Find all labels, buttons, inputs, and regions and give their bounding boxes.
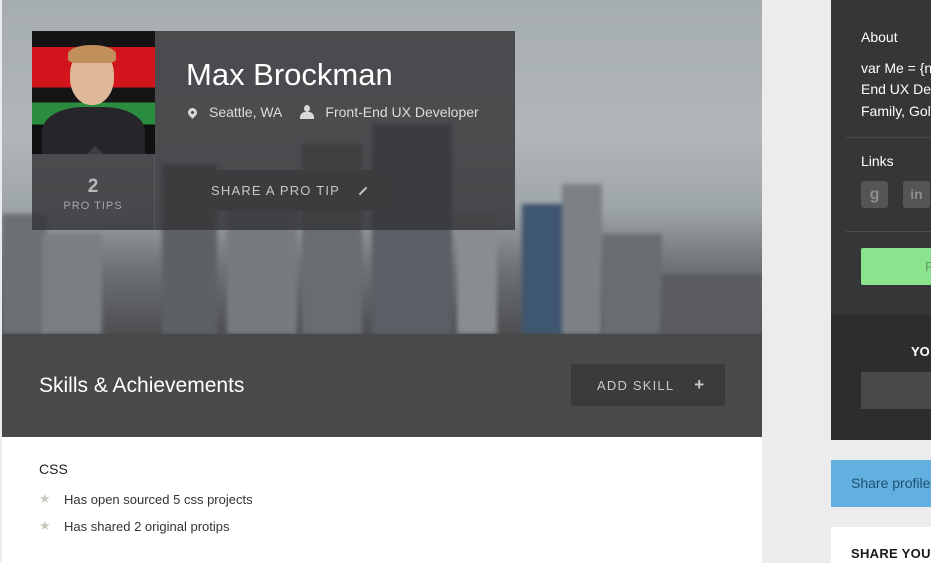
achievement-item: ★ Has shared 2 original protips [39, 518, 229, 534]
plus-icon: + [694, 375, 706, 394]
divider [846, 231, 931, 232]
skills-list: CSS ★ Has open sourced 5 css projects ★ … [2, 437, 762, 563]
follow-button[interactable]: F [861, 248, 931, 285]
share-panel: SHARE YOUR [831, 527, 931, 563]
about-text-line: End UX Dev [861, 81, 931, 97]
achievement-text: Has shared 2 original protips [64, 518, 230, 534]
about-label: About [861, 29, 898, 45]
star-icon: ★ [39, 491, 51, 506]
achievement-text: Has open sourced 5 css projects [64, 491, 253, 507]
user-icon [300, 105, 315, 119]
profile-title: Front-End UX Developer [325, 104, 479, 120]
avatar[interactable] [32, 31, 155, 154]
linkedin-icon[interactable]: in [903, 181, 930, 208]
share-panel-title: SHARE YOUR [851, 546, 931, 561]
add-skill-label: ADD SKILL [597, 377, 675, 393]
divider [846, 137, 931, 138]
skill-name: CSS [39, 461, 68, 477]
about-text-line: var Me = {n [861, 60, 931, 76]
sidebar-panel: About var Me = {n End UX Dev Family, Gol… [831, 0, 931, 440]
share-profile-button[interactable]: Share profile [831, 460, 931, 507]
about-text-line: Family, Gol [861, 103, 931, 119]
profile-name: Max Brockman [186, 57, 393, 92]
protips-counter[interactable]: 2 PRO TIPS [32, 154, 155, 230]
skills-title: Skills & Achievements [39, 374, 245, 397]
share-protip-button[interactable]: SHARE A PRO TIP [185, 170, 394, 211]
sidebar-section-title: YO [911, 344, 930, 359]
google-plus-icon[interactable]: g [861, 181, 888, 208]
achievement-item: ★ Has open sourced 5 css projects [39, 491, 253, 507]
profile-location: Seattle, WA [209, 104, 283, 120]
star-icon: ★ [39, 518, 51, 533]
profile-card: 2 PRO TIPS Max Brockman Seattle, WA Fron… [32, 31, 515, 230]
sidebar-select[interactable]: ∨ [861, 372, 931, 409]
location-pin-icon [186, 105, 199, 119]
share-protip-label: SHARE A PRO TIP [211, 183, 341, 198]
links-label: Links [861, 153, 894, 169]
skills-header: Skills & Achievements ADD SKILL + [2, 334, 762, 437]
pencil-icon [358, 186, 368, 195]
sidebar-lower-panel: YO ∨ [831, 315, 931, 440]
protips-label: PRO TIPS [63, 200, 123, 212]
protips-count: 2 [87, 176, 99, 197]
profile-hero: 2 PRO TIPS Max Brockman Seattle, WA Fron… [2, 0, 762, 334]
profile-meta: Seattle, WA Front-End UX Developer [186, 104, 479, 120]
add-skill-button[interactable]: ADD SKILL + [571, 364, 725, 406]
